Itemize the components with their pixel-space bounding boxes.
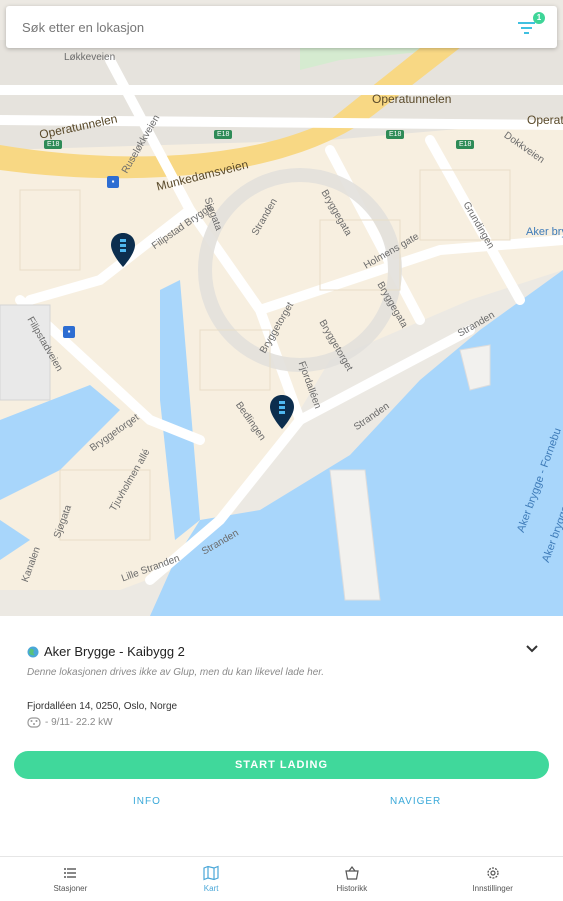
basket-icon: [345, 866, 359, 880]
station-title: Aker Brygge - Kaibygg 2: [27, 644, 185, 659]
connector-icon: [27, 717, 41, 728]
nav-label-settings: Innstillinger: [472, 884, 513, 893]
road-shield-e18: E18: [456, 140, 475, 149]
info-button[interactable]: INFO: [133, 796, 161, 807]
map-view[interactable]: Løkkeveien Operatunnelen Operatunnelen O…: [0, 0, 563, 616]
map-label-operatunnelen: Operatunnelen: [372, 92, 452, 106]
search-input[interactable]: [20, 18, 515, 36]
map-icon: [203, 865, 219, 881]
nav-item-settings[interactable]: Innstillinger: [422, 857, 563, 901]
nav-label-map: Kart: [203, 884, 219, 893]
station-address: Fjordalléen 14, 0250, Oslo, Norge: [27, 701, 178, 712]
station-power-text: - 9/11- 22.2 kW: [45, 717, 113, 728]
nav-item-stations[interactable]: Stasjoner: [0, 857, 141, 901]
charging-station-marker[interactable]: [111, 233, 135, 267]
filter-button[interactable]: 1: [515, 12, 545, 42]
navigate-button[interactable]: NAVIGER: [390, 796, 441, 807]
gear-icon: [486, 867, 499, 879]
charging-station-marker-selected[interactable]: [270, 395, 294, 429]
nav-label-history: Historikk: [336, 884, 368, 893]
nav-label-stations: Stasjoner: [53, 884, 88, 893]
chevron-down-icon[interactable]: [523, 640, 541, 658]
map-label-aker-brygge: Aker bryg: [526, 226, 563, 238]
filter-count-badge: 1: [533, 12, 545, 24]
globe-icon: [27, 646, 39, 657]
station-name: Aker Brygge - Kaibygg 2: [44, 644, 185, 659]
nav-item-map[interactable]: Kart: [141, 857, 282, 901]
map-label-operatunnelen: Operatunnelen: [527, 113, 563, 127]
list-icon: [64, 868, 77, 878]
nav-item-history[interactable]: Historikk: [282, 857, 423, 901]
bus-stop-icon[interactable]: ▪: [63, 326, 75, 338]
search-bar: 1: [6, 6, 557, 48]
road-shield-e18: E18: [44, 140, 63, 149]
road-shield-e18: E18: [214, 130, 233, 139]
bus-stop-icon[interactable]: ▪: [107, 176, 119, 188]
station-note: Denne lokasjonen drives ikke av Glup, me…: [27, 667, 325, 678]
station-power: - 9/11- 22.2 kW: [27, 717, 113, 728]
station-info-sheet: Aker Brygge - Kaibygg 2 Denne lokasjonen…: [0, 616, 563, 856]
start-charging-button[interactable]: START LADING: [14, 751, 549, 779]
map-label-lokkeveien: Løkkeveien: [64, 52, 116, 63]
bottom-navigation: Stasjoner Kart Historikk Innstillinger: [0, 856, 563, 901]
road-shield-e18: E18: [386, 130, 405, 139]
